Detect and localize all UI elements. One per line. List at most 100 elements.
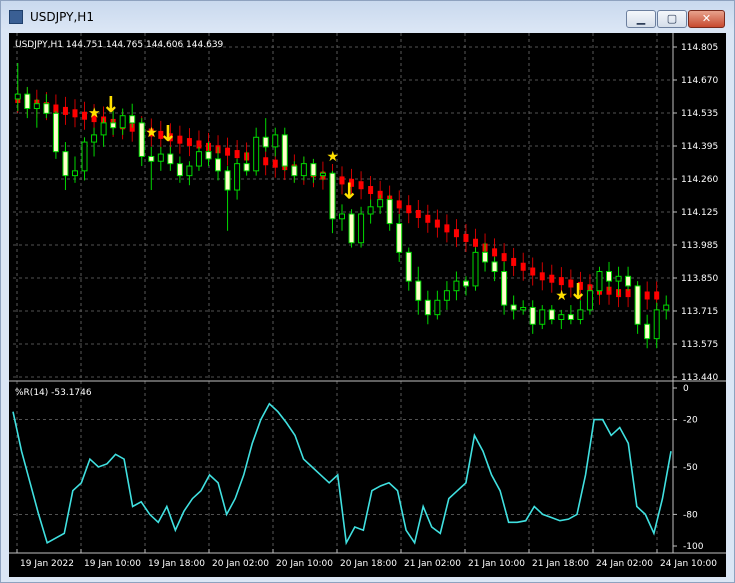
- candle-body: [405, 251, 412, 282]
- candle-body: [644, 323, 651, 340]
- candle-body: [586, 290, 593, 311]
- chart-window: USDJPY,H1 ▁ ▢ ✕ ★ ★ ★ ★ ↓ ↓ ↓ ↓ 114.805 114.670 1…: [0, 0, 735, 583]
- maximize-button[interactable]: ▢: [657, 10, 687, 28]
- time-tick-label: 21 Jan 10:00: [468, 559, 525, 569]
- candle-body: [138, 122, 145, 157]
- candle-body: [548, 309, 555, 320]
- candle-body: [300, 163, 307, 177]
- candle-body: [215, 158, 222, 172]
- price-tick-label: 114.395: [681, 142, 718, 152]
- price-tick-label: 114.535: [681, 109, 718, 119]
- price-tick-label: 114.260: [681, 175, 718, 185]
- candle-body: [110, 122, 117, 129]
- chart-canvas[interactable]: ★★★★↓↓↓↓ 114.805114.670114.535114.395114…: [9, 33, 726, 577]
- candle-body: [195, 151, 202, 167]
- candle-body: [501, 271, 508, 306]
- time-tick-label: 20 Jan 10:00: [276, 559, 333, 569]
- candle-body: [472, 251, 479, 287]
- star-signal-icon: ★: [555, 288, 568, 304]
- candle-body: [52, 112, 59, 153]
- title-bar[interactable]: USDJPY,H1 ▁ ▢ ✕: [1, 1, 734, 33]
- candle-body: [262, 136, 269, 148]
- candle-body: [224, 170, 231, 191]
- time-tick-label: 19 Jan 2022: [20, 559, 74, 569]
- candle-body: [91, 134, 98, 143]
- candle-body: [243, 163, 250, 172]
- candle-body: [567, 314, 574, 320]
- minimize-button[interactable]: ▁: [626, 10, 656, 28]
- candle-body: [462, 280, 469, 287]
- candle-body: [596, 271, 603, 292]
- candle-body: [396, 223, 403, 253]
- candle-body: [606, 271, 613, 282]
- candle-body: [367, 206, 374, 215]
- candle-body: [234, 163, 241, 191]
- candle-body: [14, 93, 21, 100]
- price-tick-label: 113.715: [681, 307, 718, 317]
- candle-body: [653, 309, 660, 340]
- time-tick-label: 19 Jan 18:00: [148, 559, 205, 569]
- candle-body: [176, 163, 183, 177]
- candle-body: [339, 213, 345, 220]
- candle-body: [529, 306, 536, 325]
- candle-body: [329, 172, 336, 220]
- candle-body: [33, 103, 40, 110]
- candle-body: [205, 151, 212, 160]
- time-tick-label: 24 Jan 10:00: [660, 559, 717, 569]
- candle-body: [129, 115, 136, 124]
- price-tick-label: 113.850: [681, 274, 718, 284]
- candle-body: [482, 251, 489, 263]
- indicator-header: %R(14) -53.1746: [15, 388, 92, 398]
- candle-body: [167, 153, 174, 165]
- indicator-tick-label: -100: [683, 542, 704, 552]
- candle-body: [348, 213, 355, 244]
- candle-body: [424, 299, 431, 316]
- window-title: USDJPY,H1: [30, 10, 94, 24]
- candle-body: [119, 115, 126, 129]
- candle-body: [81, 141, 88, 172]
- candle-body: [558, 314, 565, 320]
- candle-body: [453, 280, 460, 292]
- candle-body: [377, 199, 384, 208]
- chart-window-icon: [9, 10, 23, 24]
- candle-body: [71, 170, 78, 177]
- price-tick-label: 113.985: [681, 241, 718, 251]
- indicator-tick-label: 0: [683, 384, 689, 394]
- candle-body: [272, 134, 279, 148]
- time-tick-label: 19 Jan 10:00: [84, 559, 141, 569]
- close-button[interactable]: ✕: [688, 10, 725, 28]
- candle-body: [43, 103, 50, 114]
- chart-area[interactable]: ★ ★ ★ ★ ↓ ↓ ↓ ↓ 114.805 114.670 114.535 114.395 114…: [9, 33, 726, 577]
- candle-body: [577, 309, 584, 320]
- candle-body: [148, 155, 155, 162]
- candle-body: [634, 285, 641, 325]
- candle-body: [539, 309, 546, 325]
- candle-body: [253, 136, 260, 172]
- star-signal-icon: ★: [145, 125, 158, 141]
- indicator-tick-label: -50: [683, 463, 698, 473]
- candle-body: [615, 275, 622, 282]
- price-tick-label: 113.575: [681, 340, 718, 350]
- candle-body: [415, 280, 422, 301]
- candle-body: [310, 163, 317, 177]
- candle-body: [510, 304, 517, 311]
- down-arrow-signal-icon: ↓: [102, 93, 120, 118]
- candle-body: [434, 299, 441, 316]
- williams-r-line: [12, 402, 672, 546]
- candle-body: [625, 275, 632, 287]
- indicator-tick-label: -80: [683, 510, 698, 520]
- price-tick-label: 114.805: [681, 43, 718, 53]
- time-tick-label: 21 Jan 18:00: [532, 559, 589, 569]
- candle-body: [520, 306, 527, 311]
- time-tick-label: 21 Jan 02:00: [404, 559, 461, 569]
- candle-body: [62, 151, 69, 177]
- time-tick-label: 20 Jan 02:00: [212, 559, 269, 569]
- candle-body: [358, 213, 365, 244]
- candle-body: [443, 290, 450, 301]
- price-tick-label: 113.440: [681, 373, 718, 383]
- candle-body: [491, 261, 498, 273]
- star-signal-icon: ★: [88, 106, 101, 122]
- time-tick-label: 20 Jan 18:00: [340, 559, 397, 569]
- time-tick-label: 24 Jan 02:00: [596, 559, 653, 569]
- candle-body: [186, 165, 193, 177]
